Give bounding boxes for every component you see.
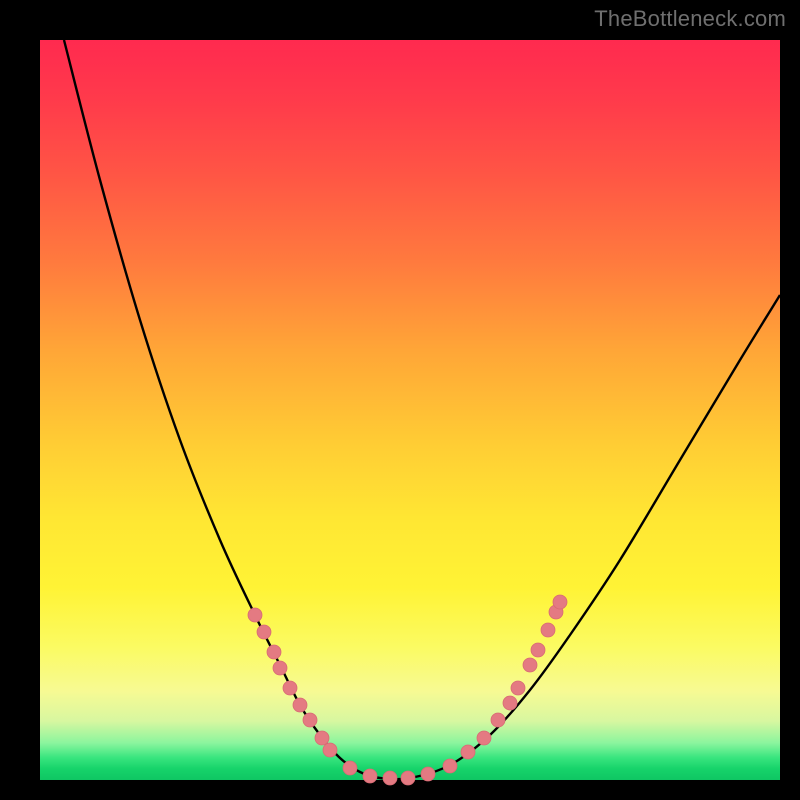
curve-marker [553,595,567,609]
curve-marker [421,767,435,781]
curve-marker [273,661,287,675]
chart-frame: TheBottleneck.com [0,0,800,800]
curve-marker [383,771,397,785]
curve-marker [511,681,525,695]
curve-marker [363,769,377,783]
curve-marker [248,608,262,622]
plot-area [40,40,780,780]
curve-marker [541,623,555,637]
curve-marker [283,681,297,695]
curve-marker [293,698,307,712]
curve-marker [323,743,337,757]
curve-marker [257,625,271,639]
curve-marker [531,643,545,657]
curve-marker [343,761,357,775]
curve-marker [461,745,475,759]
curve-path [64,40,780,779]
curve-marker [401,771,415,785]
curve-marker [303,713,317,727]
curve-marker [443,759,457,773]
curve-marker [523,658,537,672]
chart-svg [40,40,780,780]
curve-marker [477,731,491,745]
curve-marker [503,696,517,710]
watermark-text: TheBottleneck.com [594,6,786,32]
valley-curve [64,40,780,779]
curve-marker [491,713,505,727]
curve-marker [267,645,281,659]
curve-marker [315,731,329,745]
curve-markers [248,595,567,785]
